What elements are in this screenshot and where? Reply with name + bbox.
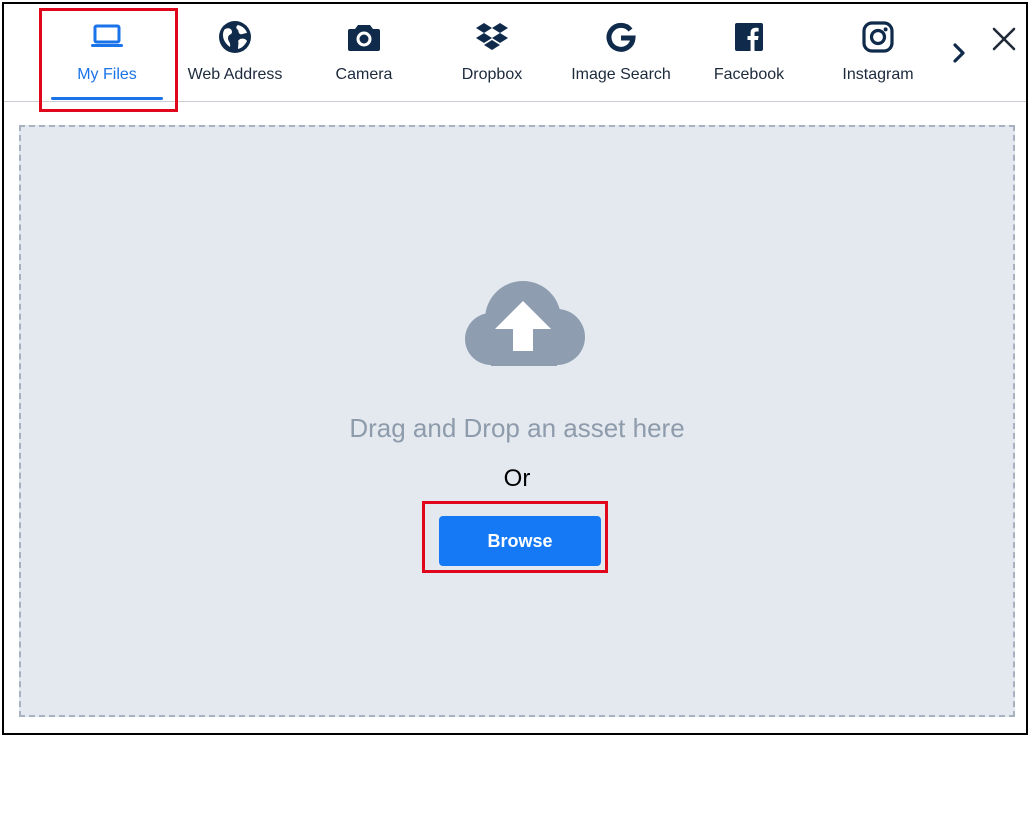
or-separator-text: Or bbox=[503, 465, 531, 492]
chevron-right-icon[interactable] bbox=[948, 40, 970, 66]
drop-zone[interactable]: Drag and Drop an asset here Or Browse bbox=[19, 125, 1015, 717]
facebook-icon bbox=[685, 20, 813, 54]
tab-label: Web Address bbox=[187, 66, 283, 83]
source-tab-bar: My Files Web Address Camera Dropbox Imag… bbox=[4, 4, 1026, 102]
tab-camera[interactable]: Camera bbox=[300, 4, 428, 100]
instagram-icon bbox=[814, 20, 942, 54]
laptop-icon bbox=[43, 20, 171, 54]
tab-my-files[interactable]: My Files bbox=[43, 4, 171, 100]
tab-label: Dropbox bbox=[461, 66, 523, 83]
tab-label: Camera bbox=[335, 66, 393, 83]
tab-instagram[interactable]: Instagram bbox=[814, 4, 942, 100]
tab-facebook[interactable]: Facebook bbox=[685, 4, 813, 100]
tab-image-search[interactable]: Image Search bbox=[557, 4, 685, 100]
google-icon bbox=[557, 20, 685, 54]
tab-label: Image Search bbox=[571, 66, 671, 83]
active-tab-indicator bbox=[51, 97, 163, 100]
close-icon[interactable] bbox=[989, 24, 1019, 54]
tab-dropbox[interactable]: Dropbox bbox=[428, 4, 556, 100]
globe-icon bbox=[171, 20, 299, 54]
tab-label: Instagram bbox=[842, 66, 914, 83]
camera-icon bbox=[300, 20, 428, 54]
browse-button[interactable]: Browse bbox=[439, 516, 601, 566]
upload-dialog: My Files Web Address Camera Dropbox Imag… bbox=[2, 2, 1028, 735]
tab-web-address[interactable]: Web Address bbox=[171, 4, 299, 100]
tab-label: Facebook bbox=[713, 66, 785, 83]
drag-drop-text: Drag and Drop an asset here bbox=[349, 413, 685, 443]
dropbox-icon bbox=[428, 20, 556, 54]
cloud-upload-icon bbox=[453, 277, 593, 377]
tab-label: My Files bbox=[77, 66, 137, 83]
